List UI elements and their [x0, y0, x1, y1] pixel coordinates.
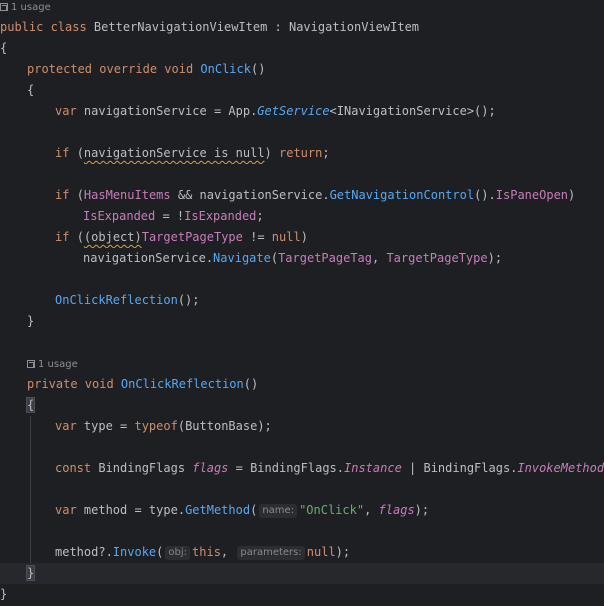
usage-hint[interactable]: 1 usage [0, 1, 51, 15]
code-line-null-check[interactable]: if (navigationService is null) return; [0, 143, 604, 164]
code-line-reflection-declaration[interactable]: private void OnClickReflection() [0, 374, 604, 395]
code-editor[interactable]: 1 usage public class BetterNavigationVie… [0, 0, 604, 606]
parameter-hint-parameters: parameters: [237, 546, 305, 560]
scope-indent-guide [30, 416, 31, 563]
matched-brace-open: { [25, 397, 36, 413]
code-line-reflection-close-brace[interactable]: } [0, 563, 604, 584]
redundant-cast-warning: (object) [83, 230, 142, 244]
matched-brace-close: } [25, 565, 36, 581]
parameter-hint-name: name: [259, 504, 298, 518]
code-line-class-open-brace[interactable]: { [0, 38, 604, 59]
usages-icon [27, 360, 35, 368]
code-line-get-method[interactable]: var method = type.GetMethod(name: "OnClic… [0, 500, 604, 521]
null-check-warning: navigationService is null [83, 146, 265, 160]
code-line-target-type-check[interactable]: if ((object)TargetPageType != null) [0, 227, 604, 248]
code-line-binding-flags[interactable]: const BindingFlags flags = BindingFlags.… [0, 458, 604, 479]
parameter-hint-obj: obj: [165, 546, 191, 560]
code-line-toggle-expanded[interactable]: IsExpanded = !IsExpanded; [0, 206, 604, 227]
code-line-pane-open-check[interactable]: if (HasMenuItems && navigationService.Ge… [0, 185, 604, 206]
code-line-get-service[interactable]: var navigationService = App.GetService<I… [0, 101, 604, 122]
code-line-call-reflection[interactable]: OnClickReflection(); [0, 290, 604, 311]
code-line-onclick-declaration[interactable]: protected override void OnClick() [0, 59, 604, 80]
code-line-navigate[interactable]: navigationService.Navigate(TargetPageTag… [0, 248, 604, 269]
usages-icon [0, 3, 8, 11]
code-line-onclick-close-brace[interactable]: } [0, 311, 604, 332]
usage-hint[interactable]: 1 usage [27, 358, 78, 372]
code-line-onclick-open-brace[interactable]: { [0, 80, 604, 101]
code-line-reflection-open-brace[interactable]: { [0, 395, 604, 416]
code-line-invoke[interactable]: method?.Invoke(obj: this, parameters: null… [0, 542, 604, 563]
code-line-typeof[interactable]: var type = typeof(ButtonBase); [0, 416, 604, 437]
code-line-class-declaration[interactable]: public class BetterNavigationViewItem : … [0, 17, 604, 38]
code-line-class-close-brace[interactable]: } [0, 584, 604, 605]
